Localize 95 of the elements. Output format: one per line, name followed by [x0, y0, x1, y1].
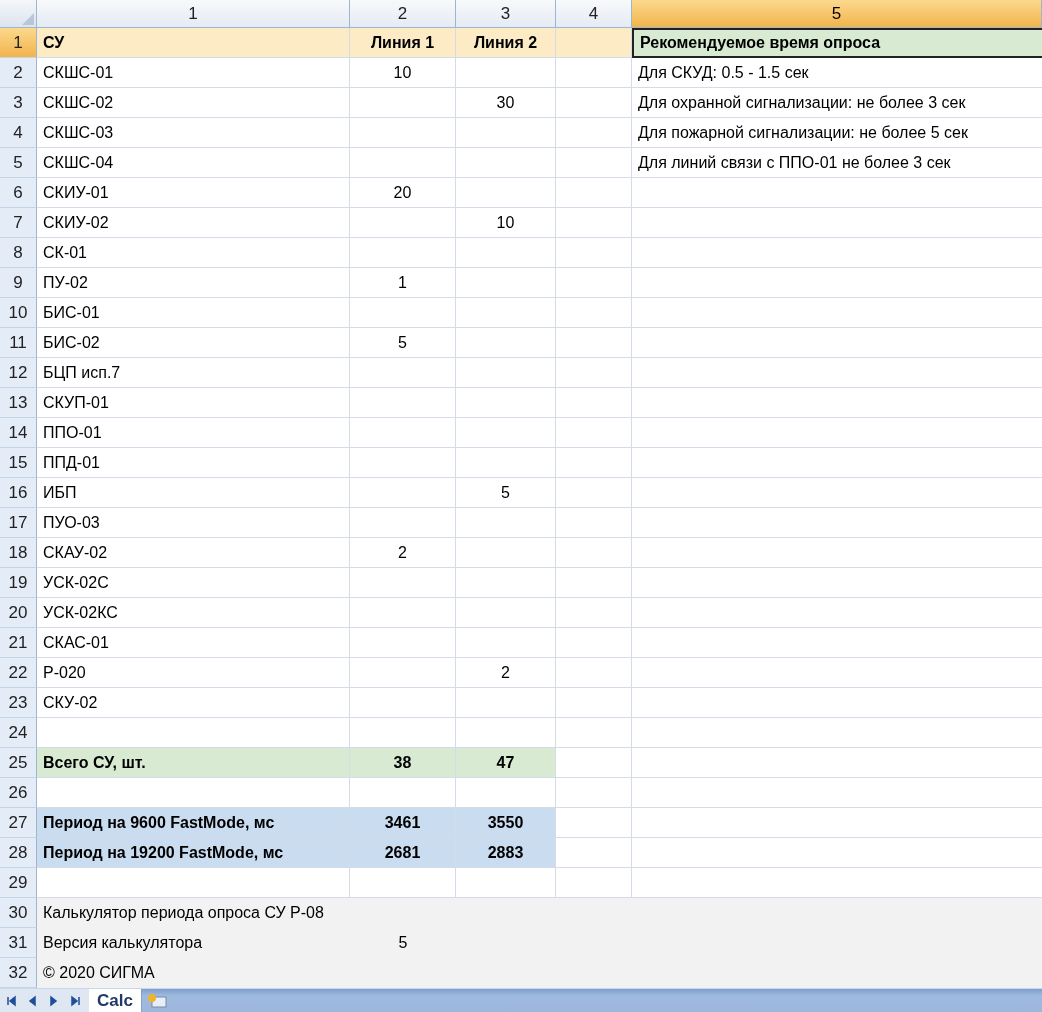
- table-cell: УСК-02С: [37, 568, 350, 598]
- table-cell: 2: [350, 538, 456, 568]
- column-header[interactable]: 3: [456, 0, 556, 28]
- table-cell: 1: [350, 268, 456, 298]
- row-header[interactable]: 30: [0, 898, 37, 928]
- sheet-tab[interactable]: Calc: [89, 989, 142, 1012]
- table-cell: Период на 19200 FastMode, мс: [37, 838, 350, 868]
- table-cell: 2: [456, 658, 556, 688]
- table-cell: Р-020: [37, 658, 350, 688]
- table-cell: СКШС-01: [37, 58, 350, 88]
- column-header[interactable]: 5: [632, 0, 1042, 28]
- table-cell: СКШС-03: [37, 118, 350, 148]
- table-cell: Всего СУ, шт.: [37, 748, 350, 778]
- table-cell: СКУ-02: [37, 688, 350, 718]
- row-header[interactable]: 27: [0, 808, 37, 838]
- table-cell: 10: [456, 208, 556, 238]
- row-header[interactable]: 11: [0, 328, 37, 358]
- row-header[interactable]: 4: [0, 118, 37, 148]
- table-cell: СКШС-04: [37, 148, 350, 178]
- table-cell: ПУ-02: [37, 268, 350, 298]
- table-cell: Для СКУД: 0.5 - 1.5 сек: [632, 58, 1042, 88]
- table-cell: БИС-02: [37, 328, 350, 358]
- row-header[interactable]: 23: [0, 688, 37, 718]
- column-header[interactable]: 1: [37, 0, 350, 28]
- row-header[interactable]: 26: [0, 778, 37, 808]
- table-cell: 2681: [350, 838, 456, 868]
- table-cell: СКИУ-02: [37, 208, 350, 238]
- row-header[interactable]: 24: [0, 718, 37, 748]
- column-header[interactable]: 4: [556, 0, 632, 28]
- row-header[interactable]: 16: [0, 478, 37, 508]
- table-cell: СКАУ-02: [37, 538, 350, 568]
- column-header[interactable]: 2: [350, 0, 456, 28]
- triangle-icon: [22, 13, 34, 25]
- row-header[interactable]: 6: [0, 178, 37, 208]
- table-cell: 5: [456, 478, 556, 508]
- row-header[interactable]: 32: [0, 958, 37, 988]
- row-header[interactable]: 25: [0, 748, 37, 778]
- table-cell: 3550: [456, 808, 556, 838]
- row-header[interactable]: 1: [0, 28, 37, 58]
- table-cell-text: Калькулятор периода опроса СУ Р-08: [42, 903, 325, 923]
- table-cell: 30: [456, 88, 556, 118]
- table-cell: Для пожарной сигнализации: не более 5 сек: [632, 118, 1042, 148]
- table-cell: СУ: [37, 28, 350, 58]
- row-header[interactable]: 13: [0, 388, 37, 418]
- table-cell: 5: [350, 328, 456, 358]
- table-cell: Линия 2: [456, 28, 556, 58]
- table-cell-text: © 2020 СИГМА: [42, 963, 156, 983]
- row-header[interactable]: 5: [0, 148, 37, 178]
- row-header[interactable]: 20: [0, 598, 37, 628]
- table-cell: БЦП исп.7: [37, 358, 350, 388]
- row-header[interactable]: 2: [0, 58, 37, 88]
- table-cell: 3461: [350, 808, 456, 838]
- row-header[interactable]: 8: [0, 238, 37, 268]
- table-cell: СК-01: [37, 238, 350, 268]
- table-cell: СКАС-01: [37, 628, 350, 658]
- table-cell: Для линий связи с ППО-01 не более 3 сек: [632, 148, 1042, 178]
- table-cell: СКИУ-01: [37, 178, 350, 208]
- table-cell-text: Версия калькулятора: [42, 933, 204, 953]
- table-cell: Рекомендуемое время опроса: [632, 28, 1042, 58]
- table-cell: СКУП-01: [37, 388, 350, 418]
- table-cell: ППО-01: [37, 418, 350, 448]
- table-cell: УСК-02КС: [37, 598, 350, 628]
- row-header[interactable]: 15: [0, 448, 37, 478]
- table-cell: 38: [350, 748, 456, 778]
- row-header[interactable]: 10: [0, 298, 37, 328]
- table-cell: Линия 1: [350, 28, 456, 58]
- table-cell: СКШС-02: [37, 88, 350, 118]
- table-cell: 2883: [456, 838, 556, 868]
- table-cell: Для охранной сигнализации: не более 3 сек: [632, 88, 1042, 118]
- row-header[interactable]: 29: [0, 868, 37, 898]
- row-header[interactable]: 21: [0, 628, 37, 658]
- row-header[interactable]: 19: [0, 568, 37, 598]
- table-cell-text: 5: [397, 933, 409, 953]
- table-cell: Период на 9600 FastMode, мс: [37, 808, 350, 838]
- row-header[interactable]: 12: [0, 358, 37, 388]
- row-header[interactable]: 17: [0, 508, 37, 538]
- table-cell: 10: [350, 58, 456, 88]
- row-header[interactable]: 3: [0, 88, 37, 118]
- table-cell: 47: [456, 748, 556, 778]
- row-header[interactable]: 7: [0, 208, 37, 238]
- arrow-icon[interactable]: [48, 994, 60, 1007]
- row-header[interactable]: 18: [0, 538, 37, 568]
- row-header[interactable]: 28: [0, 838, 37, 868]
- row-header[interactable]: 14: [0, 418, 37, 448]
- skip-arrow-icon[interactable]: [6, 994, 18, 1007]
- row-header[interactable]: 9: [0, 268, 37, 298]
- table-cell: ППД-01: [37, 448, 350, 478]
- skip-arrow-icon[interactable]: [69, 994, 81, 1007]
- arrow-icon[interactable]: [27, 994, 39, 1007]
- table-cell: ПУО-03: [37, 508, 350, 538]
- row-header[interactable]: 31: [0, 928, 37, 958]
- row-header[interactable]: 22: [0, 658, 37, 688]
- table-cell: ИБП: [37, 478, 350, 508]
- table-cell: 20: [350, 178, 456, 208]
- table-cell: БИС-01: [37, 298, 350, 328]
